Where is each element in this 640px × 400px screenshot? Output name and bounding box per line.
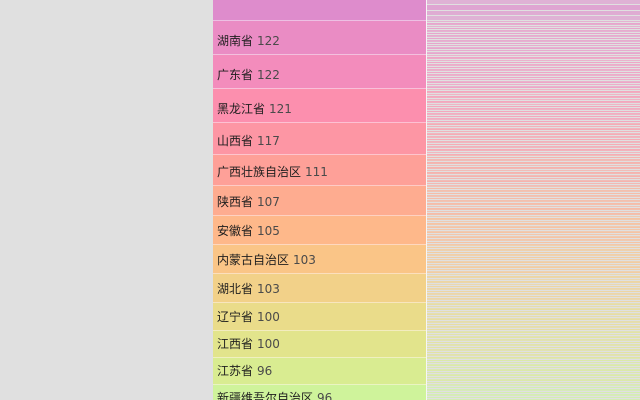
icicle-chart: 湖南省 122 广东省 122 黑龙江省 121 山西省 117 广西壮族自治区 111 陕西省 10…	[213, 0, 640, 400]
category-name: 山西省	[217, 134, 254, 149]
category-value: 100	[257, 309, 280, 324]
category-value: 105	[257, 224, 280, 239]
category-name: 辽宁省	[217, 309, 254, 324]
band-label: 广西壮族自治区 111	[217, 165, 328, 179]
band-11[interactable]: 江西省 100	[213, 330, 426, 359]
band-5[interactable]: 广西壮族自治区 111	[213, 155, 426, 187]
band-4[interactable]: 山西省 117	[213, 122, 426, 156]
category-name: 内蒙古自治区	[217, 253, 290, 268]
category-name: 黑龙江省	[217, 101, 266, 116]
band-label: 江苏省 96	[217, 364, 272, 378]
category-name: 湖南省	[217, 34, 254, 48]
band-9[interactable]: 湖北省 103	[213, 274, 426, 303]
band-2[interactable]: 广东省 122	[213, 55, 426, 89]
band-label: 江西省 100	[217, 337, 280, 351]
band-8[interactable]: 内蒙古自治区 103	[213, 245, 426, 275]
band-7[interactable]: 安徽省 105	[213, 216, 426, 246]
band-label: 内蒙古自治区 103	[217, 253, 316, 267]
left-panel	[0, 0, 213, 400]
band-label: 新疆维吾尔自治区 96	[217, 391, 332, 400]
band-0[interactable]	[213, 0, 426, 21]
category-value: 103	[293, 253, 316, 268]
category-name: 新疆维吾尔自治区	[217, 390, 314, 400]
category-value: 111	[305, 165, 328, 180]
category-value: 107	[257, 195, 280, 210]
sub-strip	[427, 5, 640, 10]
band-3[interactable]: 黑龙江省 121	[213, 89, 426, 123]
band-10[interactable]: 辽宁省 100	[213, 302, 426, 331]
category-name: 湖北省	[217, 281, 254, 296]
band-label: 湖北省 103	[217, 282, 280, 296]
band-label: 广东省 122	[217, 68, 280, 82]
band-label: 黑龙江省 121	[217, 102, 292, 116]
category-name: 江苏省	[217, 364, 254, 379]
band-label: 安徽省 105	[217, 224, 280, 238]
band-6[interactable]: 陕西省 107	[213, 186, 426, 217]
sub-strip	[427, 0, 640, 5]
category-value: 121	[269, 101, 292, 116]
band-1[interactable]: 湖南省 122	[213, 21, 426, 55]
category-value: 100	[257, 337, 280, 352]
band-13[interactable]: 新疆维吾尔自治区 96	[213, 385, 426, 400]
category-name: 广西壮族自治区	[217, 165, 302, 180]
sub-strip	[427, 15, 640, 20]
category-value: 96	[317, 390, 333, 400]
category-name: 安徽省	[217, 224, 254, 239]
band-label: 湖南省 122	[217, 34, 280, 48]
band-label: 山西省 117	[217, 134, 280, 148]
category-name: 陕西省	[217, 195, 254, 210]
band-label: 辽宁省 100	[217, 310, 280, 324]
category-name: 广东省	[217, 68, 254, 82]
category-value: 96	[257, 364, 273, 379]
category-name: 江西省	[217, 337, 254, 352]
sub-item-strips	[427, 0, 640, 400]
band-12[interactable]: 江苏省 96	[213, 358, 426, 386]
category-value: 117	[257, 134, 280, 149]
category-value: 122	[257, 34, 280, 48]
category-value: 103	[257, 281, 280, 296]
band-label: 陕西省 107	[217, 195, 280, 209]
category-value: 122	[257, 68, 280, 82]
sub-strip	[427, 10, 640, 15]
